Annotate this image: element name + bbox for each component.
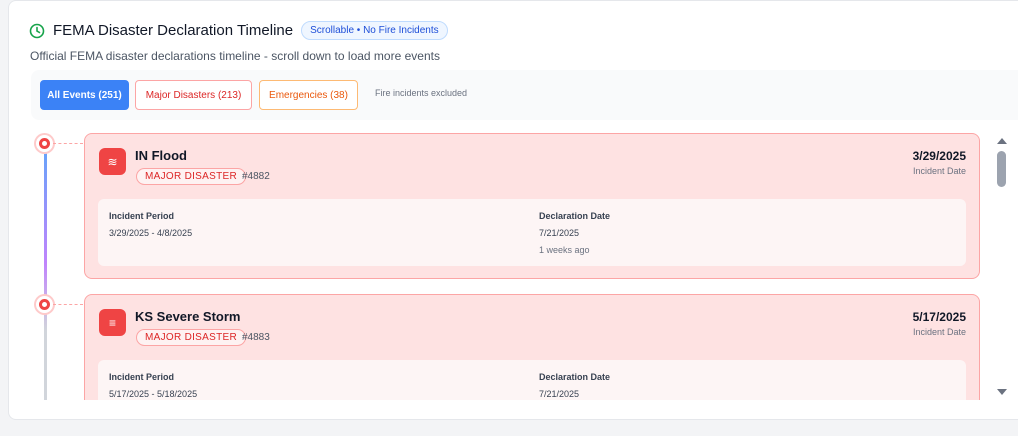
event-title: KS Severe Storm xyxy=(135,309,241,324)
filter-bar: All Events (251) Major Disasters (213) E… xyxy=(31,70,1018,120)
status-badge: Scrollable • No Fire Incidents xyxy=(301,21,448,40)
event-card[interactable]: ≡ KS Severe Storm MAJOR DISASTER #4883 5… xyxy=(84,294,980,400)
page-subtitle: Official FEMA disaster declarations time… xyxy=(30,49,440,63)
storm-icon: ≡ xyxy=(99,309,126,336)
event-date: 3/29/2025 xyxy=(912,149,966,163)
incident-period-label: Incident Period xyxy=(109,211,175,221)
event-number: #4882 xyxy=(242,171,270,182)
filter-emergencies-button[interactable]: Emergencies (38) xyxy=(259,80,358,110)
incident-period-label: Incident Period xyxy=(109,372,175,382)
scrollbar[interactable] xyxy=(995,135,1009,399)
event-number: #4883 xyxy=(242,332,270,343)
scrollbar-thumb[interactable] xyxy=(997,151,1006,187)
event-details: Incident Period 3/29/2025 - 4/8/2025 Dec… xyxy=(98,199,966,266)
event-type-badge: MAJOR DISASTER xyxy=(136,329,246,346)
page-title: FEMA Disaster Declaration Timeline xyxy=(53,22,294,39)
declaration-age: 1 weeks ago xyxy=(539,245,590,255)
declaration-date-value: 7/21/2025 xyxy=(539,228,580,238)
header: FEMA Disaster Declaration Timeline Scrol… xyxy=(29,21,448,40)
timeline-dot xyxy=(36,135,53,152)
event-date-caption: Incident Date xyxy=(912,327,966,337)
filter-major-button[interactable]: Major Disasters (213) xyxy=(135,80,252,110)
clock-icon xyxy=(29,23,45,39)
timeline-line xyxy=(44,142,47,400)
timeline-connector xyxy=(53,143,83,144)
declaration-date-label: Declaration Date xyxy=(539,372,611,382)
flood-icon: ≋ xyxy=(99,148,126,175)
event-type-badge: MAJOR DISASTER xyxy=(136,168,246,185)
event-details: Incident Period 5/17/2025 - 5/18/2025 De… xyxy=(98,360,966,400)
incident-period-value: 5/17/2025 - 5/18/2025 xyxy=(109,389,198,399)
event-date: 5/17/2025 xyxy=(912,310,966,324)
event-card[interactable]: ≋ IN Flood MAJOR DISASTER #4882 3/29/202… xyxy=(84,133,980,279)
timeline-dot xyxy=(36,296,53,313)
timeline-list[interactable]: ≋ IN Flood MAJOR DISASTER #4882 3/29/202… xyxy=(31,128,1018,400)
declaration-date-value: 7/21/2025 xyxy=(539,389,580,399)
filter-note: Fire incidents excluded xyxy=(375,88,468,98)
timeline-card: FEMA Disaster Declaration Timeline Scrol… xyxy=(8,0,1018,420)
scroll-up-icon[interactable] xyxy=(997,138,1007,144)
incident-period-value: 3/29/2025 - 4/8/2025 xyxy=(109,228,193,238)
declaration-date-label: Declaration Date xyxy=(539,211,611,221)
scroll-down-icon[interactable] xyxy=(997,389,1007,395)
timeline-connector xyxy=(53,304,83,305)
event-date-caption: Incident Date xyxy=(912,166,966,176)
filter-all-button[interactable]: All Events (251) xyxy=(40,80,129,110)
event-title: IN Flood xyxy=(135,148,187,163)
